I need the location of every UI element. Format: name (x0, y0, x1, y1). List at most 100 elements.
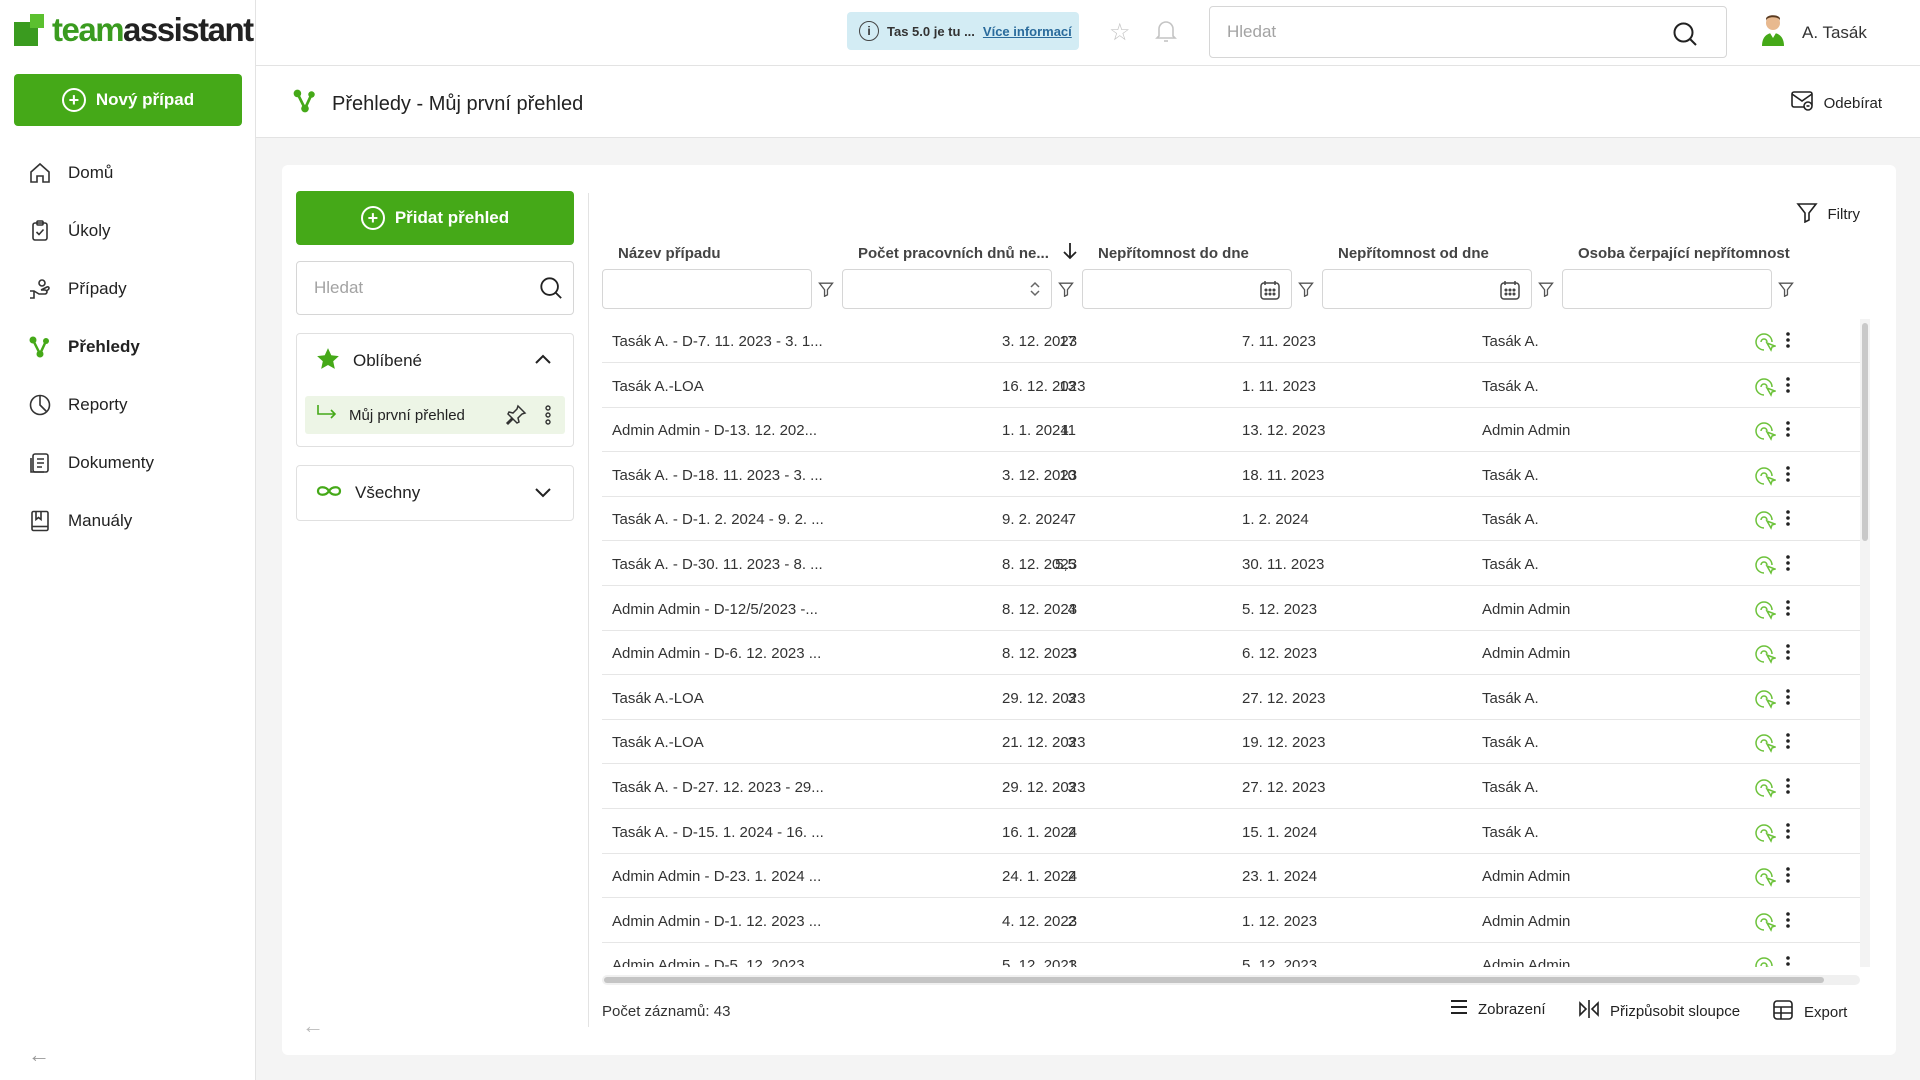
table-row[interactable]: Admin Admin - D-13. 12. 202... 11 1. 1. 20… (602, 408, 1860, 453)
open-case-icon[interactable] (1754, 375, 1778, 401)
nav-item-home[interactable]: Domů (0, 144, 256, 202)
column-header-working-days[interactable]: Počet pracovních dnů ne... (858, 242, 1077, 264)
chevron-down-icon[interactable] (533, 482, 553, 507)
open-case-icon[interactable] (1754, 865, 1778, 891)
table-row[interactable]: Admin Admin - D-5. 12. 2023 ... 1 5. 12. 2… (602, 943, 1860, 967)
more-vertical-icon[interactable] (1785, 376, 1791, 398)
nav-item-manuals[interactable]: Manuály (0, 492, 256, 550)
filters-button[interactable]: Filtry (1795, 201, 1860, 227)
filter-working-days-input[interactable] (842, 269, 1052, 309)
table-row[interactable]: Tasák A. - D-30. 11. 2023 - 8. ... 5,5 8. … (602, 542, 1860, 586)
horizontal-scrollbar[interactable] (602, 975, 1860, 985)
stepper-icon[interactable] (1029, 279, 1041, 303)
nav-item-cases[interactable]: Případy (0, 260, 256, 318)
open-case-icon[interactable] (1754, 598, 1778, 624)
table-row[interactable]: Admin Admin - D-1. 12. 2023 ... 2 4. 12. 2… (602, 899, 1860, 943)
funnel-icon[interactable] (1298, 281, 1314, 301)
column-header-absence-to[interactable]: Nepřítomnost do dne (1098, 245, 1249, 262)
nav-item-documents[interactable]: Dokumenty (0, 434, 256, 492)
search-icon[interactable] (539, 276, 563, 304)
export-button[interactable]: Export (1772, 999, 1847, 1025)
funnel-icon[interactable] (1058, 281, 1074, 301)
open-case-icon[interactable] (1754, 553, 1778, 579)
table-row[interactable]: Tasák A. - D-7. 11. 2023 - 3. 1... 17 3. 1… (602, 319, 1860, 363)
open-case-icon[interactable] (1754, 642, 1778, 668)
scrollbar-thumb[interactable] (1862, 323, 1868, 541)
search-icon[interactable] (1672, 21, 1698, 51)
table-row[interactable]: Admin Admin - D-12/5/2023 -... 4 8. 12. 20… (602, 587, 1860, 631)
table-row[interactable]: Tasák A.-LOA 3 29. 12. 2023 27. 12. 2023 Tas… (602, 676, 1860, 720)
table-row[interactable]: Tasák A.-LOA 13 16. 12. 2023 1. 11. 2023 Tas… (602, 364, 1860, 408)
favorites-header[interactable]: Oblíbené (297, 334, 573, 388)
table-row[interactable]: Tasák A. - D-18. 11. 2023 - 3. ... 10 3. 1… (602, 453, 1860, 497)
more-vertical-icon[interactable] (1785, 866, 1791, 888)
column-header-person[interactable]: Osoba čerpající nepřítomnost (1578, 245, 1790, 262)
filter-person-input[interactable] (1562, 269, 1772, 309)
view-button[interactable]: Zobrazení (1450, 999, 1546, 1019)
open-case-icon[interactable] (1754, 419, 1778, 445)
table-row[interactable]: Tasák A. - D-15. 1. 2024 - 16. ... 2 16. 1… (602, 810, 1860, 854)
calendar-icon[interactable] (1259, 279, 1281, 305)
table-row[interactable]: Admin Admin - D-6. 12. 2023 ... 3 8. 12. 2… (602, 631, 1860, 676)
more-vertical-icon[interactable] (1785, 911, 1791, 933)
filter-absence-from-input[interactable] (1322, 269, 1532, 309)
more-vertical-icon[interactable] (1785, 465, 1791, 487)
table-row[interactable]: Tasák A. - D-1. 2. 2024 - 9. 2. ... 7 9. 2… (602, 497, 1860, 542)
collapse-panel-icon[interactable]: ← (302, 1013, 324, 1039)
subscribe-button[interactable]: Odebírat (1790, 90, 1882, 116)
all-overviews-header[interactable]: Všechny (297, 466, 573, 520)
filter-case-name-input[interactable] (602, 269, 812, 309)
more-vertical-icon[interactable] (1785, 955, 1791, 967)
table-row[interactable]: Tasák A. - D-27. 12. 2023 - 29... 3 29. 12… (602, 765, 1860, 809)
open-case-icon[interactable] (1754, 821, 1778, 847)
user-menu[interactable]: A. Tasák (1760, 14, 1867, 51)
funnel-icon[interactable] (818, 281, 834, 301)
more-info-link[interactable]: Více informací (983, 24, 1072, 39)
more-vertical-icon[interactable] (1785, 554, 1791, 576)
more-vertical-icon[interactable] (1785, 732, 1791, 754)
chevron-up-icon[interactable] (533, 350, 553, 375)
open-case-icon[interactable] (1754, 731, 1778, 757)
favorite-overview-item[interactable]: Můj první přehled (305, 396, 565, 434)
more-vertical-icon[interactable] (1785, 331, 1791, 353)
sort-down-icon[interactable] (1063, 242, 1077, 264)
more-vertical-icon[interactable] (1785, 777, 1791, 799)
nav-item-overviews[interactable]: Přehledy (0, 318, 256, 376)
table-row[interactable]: Tasák A.-LOA 3 21. 12. 2023 19. 12. 2023 Tas… (602, 720, 1860, 765)
open-case-icon[interactable] (1754, 954, 1776, 967)
open-case-icon[interactable] (1754, 687, 1778, 713)
bell-icon[interactable] (1154, 18, 1178, 48)
more-vertical-icon[interactable] (1785, 688, 1791, 710)
column-header-case-name[interactable]: Název případu (618, 245, 721, 262)
open-case-icon[interactable] (1754, 330, 1778, 356)
pin-icon[interactable] (505, 404, 527, 430)
table-row[interactable]: Admin Admin - D-23. 1. 2024 ... 2 24. 1. 2… (602, 854, 1860, 899)
filter-absence-to-input[interactable] (1082, 269, 1292, 309)
open-case-icon[interactable] (1754, 464, 1778, 490)
star-icon[interactable]: ☆ (1109, 18, 1131, 47)
funnel-icon[interactable] (1538, 281, 1554, 301)
more-vertical-icon[interactable] (1785, 599, 1791, 621)
global-search-input[interactable] (1210, 7, 1650, 57)
column-header-absence-from[interactable]: Nepřítomnost od dne (1338, 245, 1489, 262)
add-overview-button[interactable]: + Přidat přehled (296, 191, 574, 245)
calendar-icon[interactable] (1499, 279, 1521, 305)
more-vertical-icon[interactable] (545, 405, 551, 429)
vertical-scrollbar[interactable] (1860, 319, 1870, 967)
nav-item-reports[interactable]: Reporty (0, 376, 256, 434)
overview-search-input[interactable] (297, 262, 517, 314)
logo[interactable]: teamassistant (14, 10, 254, 50)
new-case-button[interactable]: + Nový případ (14, 74, 242, 126)
more-vertical-icon[interactable] (1785, 420, 1791, 442)
more-vertical-icon[interactable] (1785, 509, 1791, 531)
more-vertical-icon[interactable] (1785, 643, 1791, 665)
fit-columns-button[interactable]: Přizpůsobit sloupce (1578, 999, 1740, 1023)
nav-item-tasks[interactable]: Úkoly (0, 202, 256, 260)
open-case-icon[interactable] (1754, 508, 1778, 534)
open-case-icon[interactable] (1754, 910, 1778, 936)
collapse-sidebar-icon[interactable]: ← (28, 1042, 50, 1068)
more-vertical-icon[interactable] (1785, 822, 1791, 844)
open-case-icon[interactable] (1754, 776, 1778, 802)
funnel-icon[interactable] (1778, 281, 1794, 301)
scrollbar-thumb[interactable] (604, 977, 1824, 983)
